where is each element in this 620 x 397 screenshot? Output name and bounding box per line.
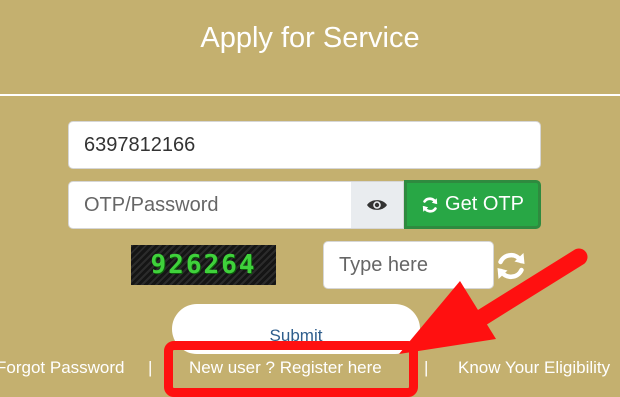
get-otp-button[interactable]: Get OTP [404,180,541,229]
sync-icon [422,196,438,213]
otp-password-input[interactable] [68,181,352,229]
captcha-refresh-button[interactable] [494,249,528,283]
refresh-icon [497,252,525,280]
toggle-password-visibility-button[interactable] [351,181,404,229]
get-otp-label: Get OTP [445,193,524,215]
captcha-image: 926264 [131,245,276,285]
footer-separator: | [424,358,429,377]
captcha-input[interactable] [323,241,494,289]
know-eligibility-link[interactable]: Know Your Eligibility [458,357,610,379]
footer-separator: | [148,358,153,377]
forgot-password-link[interactable]: Forgot Password [0,357,125,379]
header-divider [0,94,620,96]
eye-icon [367,200,387,210]
page-title: Apply for Service [200,22,420,54]
mobile-number-input[interactable] [68,121,541,169]
annotation-highlight-box [164,341,418,397]
captcha-code: 926264 [150,250,257,280]
